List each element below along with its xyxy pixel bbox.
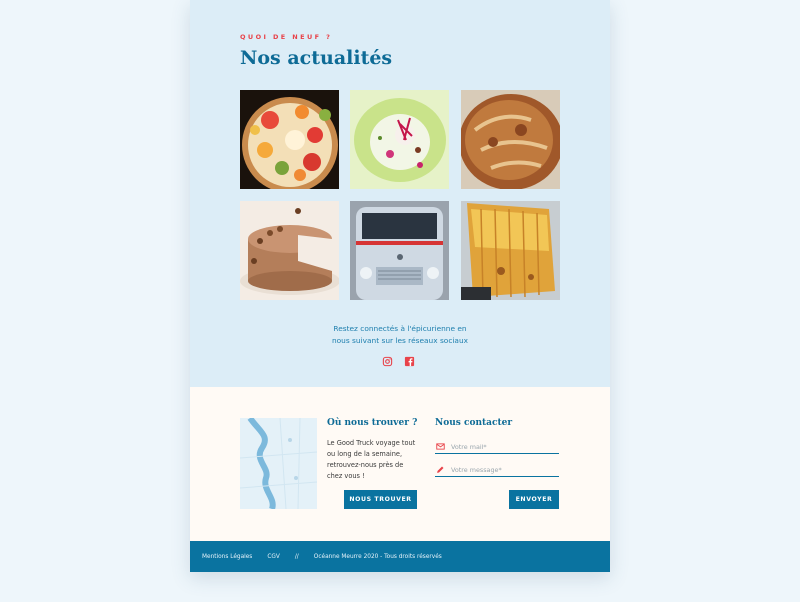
page: QUOI DE NEUF ? Nos actualités Restez con… — [190, 0, 610, 572]
social-links — [382, 356, 415, 370]
pencil-icon — [436, 465, 445, 474]
find-us-text: Le Good Truck voyage tout ou long de la … — [327, 439, 416, 480]
news-title: Nos actualités — [240, 47, 393, 69]
social-text-line-2: nous suivant sur les réseaux sociaux — [331, 336, 469, 345]
find-us-title: Où nous trouver ? — [327, 418, 418, 428]
news-photo-chocolate-cake[interactable] — [240, 201, 339, 300]
copyright-text: Océanne Meurre 2020 - Tous droits réserv… — [313, 553, 442, 560]
legal-notice-link[interactable]: Mentions Légales — [202, 554, 252, 560]
message-field-wrapper — [435, 463, 559, 477]
section-kicker: QUOI DE NEUF ? — [240, 33, 333, 41]
email-field[interactable] — [451, 440, 551, 453]
facebook-icon[interactable] — [404, 356, 415, 367]
instagram-icon[interactable] — [382, 356, 393, 367]
map-thumbnail[interactable] — [240, 418, 317, 509]
social-invitation-text: Restez connectés à l'épicurienne en nous… — [300, 323, 500, 347]
footer-separator: // — [294, 553, 299, 560]
news-photo-plated-dessert[interactable] — [350, 90, 449, 189]
footer: Mentions Légales CGV // Océanne Meurre 2… — [190, 541, 610, 572]
mail-icon — [436, 442, 445, 451]
cgv-link[interactable]: CGV — [267, 554, 280, 560]
send-button[interactable]: ENVOYER — [509, 490, 559, 509]
message-field[interactable] — [451, 463, 551, 476]
email-field-wrapper — [435, 440, 559, 454]
contact-title: Nous contacter — [435, 418, 513, 428]
news-photo-bread-loaf[interactable] — [461, 90, 560, 189]
news-photo-food-truck[interactable] — [350, 201, 449, 300]
news-photo-fruit-tart[interactable] — [240, 90, 339, 189]
news-section: QUOI DE NEUF ? Nos actualités Restez con… — [190, 0, 610, 387]
news-photo-grilled-bread[interactable] — [461, 201, 560, 300]
find-us-button[interactable]: NOUS TROUVER — [344, 490, 417, 509]
social-text-line-1: Restez connectés à l'épicurienne en — [333, 324, 467, 333]
